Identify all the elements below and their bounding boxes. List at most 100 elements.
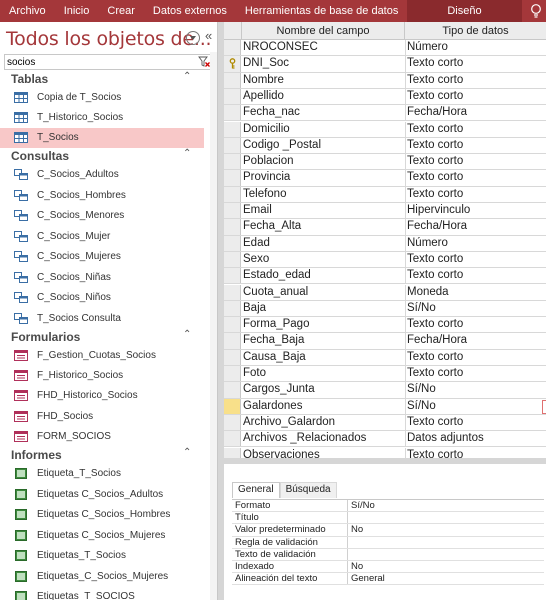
row-selector[interactable] — [224, 268, 241, 284]
field-row[interactable]: Fecha_nac Fecha/Hora — [224, 105, 546, 122]
row-selector[interactable] — [224, 137, 241, 154]
nav-item-form[interactable]: FHD_Historico_Socios — [0, 386, 204, 406]
field-row[interactable]: Email Hipervinculo — [224, 203, 546, 220]
field-name[interactable]: Archivos _Relacionados — [243, 432, 366, 444]
field-name[interactable]: Fecha_Alta — [243, 220, 301, 232]
clear-filter-icon[interactable] — [198, 56, 210, 68]
row-selector[interactable] — [224, 40, 241, 56]
nav-item-report[interactable]: Etiquetas_T_Socios — [0, 546, 204, 566]
tab-archivo[interactable]: Archivo — [0, 0, 55, 22]
nav-item-table-selected[interactable]: T_Socios — [0, 128, 204, 148]
nav-item-query[interactable]: C_Socios_Niños — [0, 288, 204, 308]
field-row[interactable]: Apellido Texto corto — [224, 88, 546, 106]
field-name[interactable]: Fecha_nac — [243, 106, 300, 118]
row-selector[interactable] — [224, 154, 241, 170]
field-name[interactable]: Cuota_anual — [243, 286, 308, 298]
collapse-group-icon[interactable]: ⌃ — [183, 329, 191, 340]
field-row[interactable]: Telefono Texto corto — [224, 186, 546, 203]
field-name[interactable]: Codigo _Postal — [243, 139, 321, 151]
field-name[interactable]: Poblacion — [243, 155, 294, 167]
group-header-informes[interactable]: Informes ⌃ — [0, 447, 210, 464]
field-name[interactable]: Cargos_Junta — [243, 383, 315, 395]
nav-item-query[interactable]: C_Socios_Menores — [0, 206, 204, 226]
field-row[interactable]: NROCONSEC Número — [224, 40, 546, 57]
row-selector[interactable] — [224, 170, 241, 186]
tab-busqueda[interactable]: Búsqueda — [279, 482, 337, 498]
field-row[interactable]: Foto Texto corto — [224, 366, 546, 383]
row-selector[interactable] — [224, 56, 241, 72]
property-row[interactable]: Texto de validación — [232, 548, 544, 561]
field-type[interactable]: Texto corto — [407, 155, 463, 167]
field-type[interactable]: Fecha/Hora — [407, 334, 467, 346]
nav-pane-title[interactable]: Todos los objetos de... — [6, 28, 212, 50]
field-row[interactable]: Fecha_Baja Fecha/Hora — [224, 333, 546, 350]
field-name[interactable]: Domicilio — [243, 123, 290, 135]
field-name[interactable]: Apellido — [243, 90, 284, 102]
field-type[interactable]: Texto corto — [407, 269, 463, 281]
nav-item-report[interactable]: Etiquetas_T_SOCIOS — [0, 587, 204, 600]
field-name[interactable]: NROCONSEC — [243, 41, 318, 53]
field-name[interactable]: Provincia — [243, 171, 290, 183]
row-selector[interactable] — [224, 284, 241, 300]
field-row[interactable]: Sexo Texto corto — [224, 251, 546, 269]
dropdown-edge[interactable] — [542, 400, 546, 414]
row-selector[interactable] — [224, 398, 241, 414]
field-row[interactable]: Observaciones Texto corto — [224, 447, 546, 459]
tab-diseno[interactable]: Diseño — [407, 0, 522, 22]
field-name[interactable]: Edad — [243, 237, 270, 249]
row-selector[interactable] — [224, 186, 241, 202]
field-row[interactable]: Poblacion Texto corto — [224, 154, 546, 171]
nav-item-report[interactable]: Etiquetas C_Socios_Adultos — [0, 485, 204, 505]
field-row[interactable]: Cargos_Junta Sí/No — [224, 382, 546, 399]
row-selector[interactable] — [224, 431, 241, 447]
field-name[interactable]: Email — [243, 204, 272, 216]
nav-item-form[interactable]: F_Gestion_Cuotas_Socios — [0, 346, 204, 366]
nav-item-table[interactable]: Copia de T_Socios — [0, 88, 204, 108]
field-name[interactable]: Fecha_Baja — [243, 334, 304, 346]
field-type[interactable]: Sí/No — [407, 302, 436, 314]
field-row[interactable]: Provincia Texto corto — [224, 170, 546, 187]
field-type[interactable]: Texto corto — [407, 253, 463, 265]
field-row[interactable]: Baja Sí/No — [224, 300, 546, 318]
field-type[interactable]: Texto corto — [407, 449, 463, 459]
field-name[interactable]: Baja — [243, 302, 266, 314]
field-type[interactable]: Texto corto — [407, 139, 463, 151]
group-header-tablas[interactable]: Tablas ⌃ — [0, 71, 210, 88]
collapse-group-icon[interactable]: ⌃ — [183, 148, 191, 159]
field-type[interactable]: Datos adjuntos — [407, 432, 484, 444]
field-name[interactable]: Telefono — [243, 188, 286, 200]
nav-item-report[interactable]: Etiquetas C_Socios_Hombres — [0, 505, 204, 525]
collapse-group-icon[interactable]: ⌃ — [183, 71, 191, 82]
nav-item-form[interactable]: F_Historico_Socios — [0, 366, 204, 386]
property-row[interactable]: Título — [232, 512, 544, 525]
field-row[interactable]: Nombre Texto corto — [224, 72, 546, 89]
property-row[interactable]: Valor predeterminado No — [232, 524, 544, 537]
field-type[interactable]: Número — [407, 41, 448, 53]
chevron-down-icon[interactable] — [186, 31, 200, 45]
property-row[interactable]: Regla de validación — [232, 536, 544, 549]
collapse-pane-icon[interactable]: « — [205, 28, 212, 43]
row-selector[interactable] — [224, 203, 241, 219]
tab-inicio[interactable]: Inicio — [55, 0, 99, 22]
nav-item-query[interactable]: C_Socios_Adultos — [0, 165, 204, 185]
field-type[interactable]: Fecha/Hora — [407, 220, 467, 232]
field-row[interactable]: Causa_Baja Texto corto — [224, 349, 546, 366]
field-type[interactable]: Texto corto — [407, 123, 463, 135]
row-selector[interactable] — [224, 300, 241, 317]
field-type[interactable]: Texto corto — [407, 188, 463, 200]
field-row[interactable]: Domicilio Texto corto — [224, 121, 546, 138]
nav-item-report[interactable]: Etiqueta_T_Socios — [0, 464, 204, 484]
nav-item-query[interactable]: C_Socios_Mujeres — [0, 247, 204, 267]
field-name[interactable]: Estado_edad — [243, 269, 311, 281]
search-box[interactable] — [4, 54, 214, 70]
row-selector[interactable] — [224, 219, 241, 235]
row-selector[interactable] — [224, 414, 241, 431]
nav-item-table[interactable]: T_Historico_Socios — [0, 108, 204, 128]
field-type[interactable]: Texto corto — [407, 416, 463, 428]
field-type[interactable]: Texto corto — [407, 90, 463, 102]
row-selector[interactable] — [224, 72, 241, 88]
field-type[interactable]: Sí/No — [407, 383, 436, 395]
field-name[interactable]: Archivo_Galardon — [243, 416, 335, 428]
field-name[interactable]: Forma_Pago — [243, 318, 309, 330]
field-row[interactable]: Forma_Pago Texto corto — [224, 317, 546, 334]
